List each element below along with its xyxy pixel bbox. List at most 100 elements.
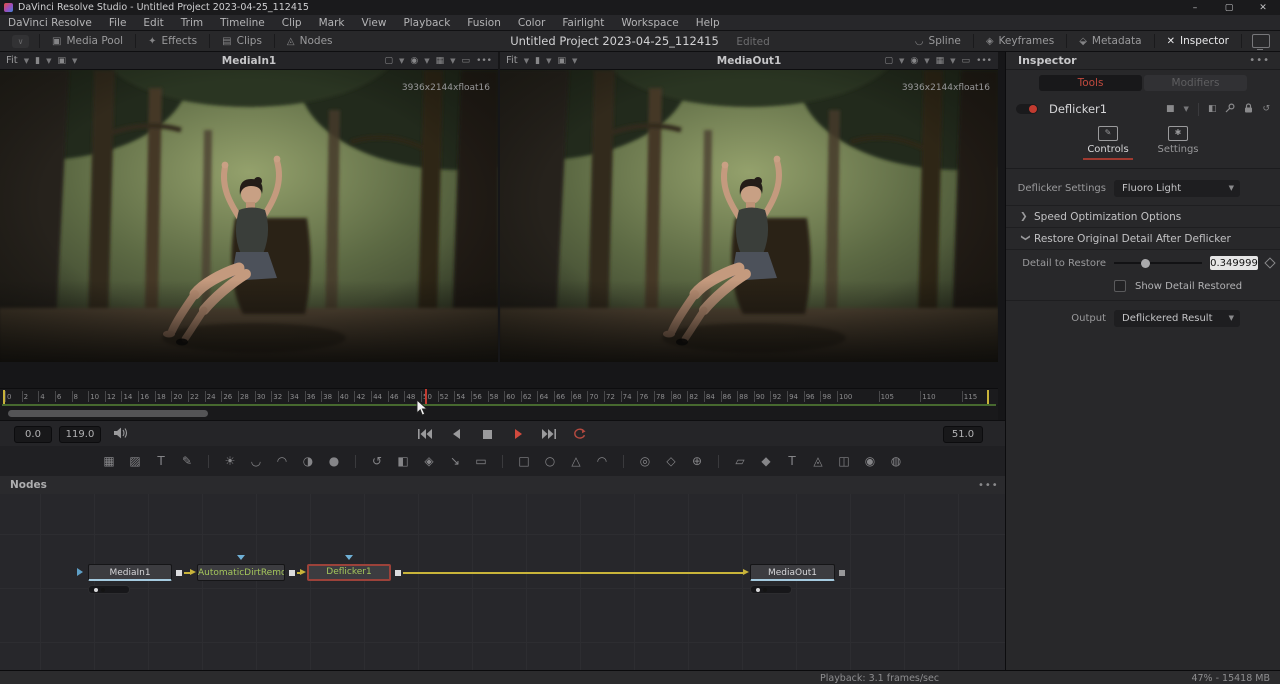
tool-camera-3d-icon[interactable]: ◉	[862, 454, 879, 468]
node-output-square[interactable]	[395, 570, 401, 576]
node-enable-toggle[interactable]	[1016, 104, 1038, 114]
subtab-settings[interactable]: ✱ Settings	[1152, 126, 1204, 155]
tab-tools[interactable]: Tools	[1039, 75, 1142, 91]
stop-button[interactable]	[476, 426, 498, 442]
tool-merge-icon[interactable]: ◧	[395, 454, 412, 468]
zoom-fit-dropdown[interactable]: Fit	[6, 55, 18, 66]
keyframe-diamond-icon[interactable]	[1264, 257, 1275, 268]
toolbar-button-effects[interactable]: ✦Effects	[136, 35, 209, 47]
minimize-button[interactable]: –	[1178, 3, 1212, 13]
range-start-marker[interactable]	[3, 390, 5, 404]
roi-icon[interactable]: ▢	[884, 56, 893, 66]
node-output-square[interactable]	[289, 570, 295, 576]
zoom-fit-dropdown[interactable]: Fit	[506, 55, 518, 66]
menu-davinci-resolve[interactable]: DaVinci Resolve	[8, 17, 92, 29]
tool-text-3d-icon[interactable]: T	[784, 454, 801, 468]
node-automaticdirtremov[interactable]: AutomaticDirtRemov...	[197, 564, 285, 581]
lut-icon[interactable]: ◉	[410, 56, 418, 66]
tool-color-curves-icon[interactable]: ◡	[248, 454, 265, 468]
menu-file[interactable]: File	[109, 17, 127, 29]
pin-icon[interactable]	[1225, 103, 1235, 116]
show-detail-restored-checkbox[interactable]	[1114, 280, 1126, 292]
dual-screen-icon[interactable]	[1252, 34, 1270, 48]
node-status-pill[interactable]	[750, 585, 792, 594]
menu-clip[interactable]: Clip	[282, 17, 302, 29]
tool-camera-tracker-icon[interactable]: ⊕	[689, 454, 706, 468]
node-connection[interactable]	[403, 572, 743, 574]
tool-planar-tracker-icon[interactable]: ◇	[663, 454, 680, 468]
step-back-button[interactable]	[445, 426, 467, 442]
toolbar-button-keyframes[interactable]: ◈Keyframes	[974, 35, 1066, 47]
toolbar-button-metadata[interactable]: ⬙Metadata	[1067, 35, 1153, 47]
ab-buffer-icon[interactable]: ▮	[535, 56, 540, 66]
menu-mark[interactable]: Mark	[319, 17, 345, 29]
output-dropdown[interactable]: Deflickered Result ▼	[1114, 310, 1240, 327]
menu-view[interactable]: View	[362, 17, 387, 29]
viewer-options-icon[interactable]: •••	[476, 56, 492, 66]
viewer-image-media-out[interactable]: 3936x2144xfloat16	[500, 70, 998, 362]
toolbar-button-inspector[interactable]: ✕Inspector	[1155, 35, 1241, 47]
detail-to-restore-value[interactable]: 0.349999	[1210, 256, 1258, 270]
loop-button[interactable]	[569, 426, 591, 442]
tool-polygon-mask-icon[interactable]: △	[568, 454, 585, 468]
toolbar-button-spline[interactable]: ◡Spline	[903, 35, 973, 47]
play-button[interactable]	[507, 426, 529, 442]
subview-icon[interactable]: ▣	[557, 56, 566, 66]
tool-shape-3d-icon[interactable]: ◆	[758, 454, 775, 468]
subview-icon[interactable]: ▣	[57, 56, 66, 66]
tool-image-plane-3d-icon[interactable]: ▱	[732, 454, 749, 468]
node-color-icon[interactable]: ■	[1166, 104, 1175, 114]
menu-fusion[interactable]: Fusion	[467, 17, 501, 29]
tool-hue-curves-icon[interactable]: ◠	[274, 454, 291, 468]
toolbar-button-clips[interactable]: ▤Clips	[210, 35, 274, 47]
tool-rectangle-mask-icon[interactable]: □	[516, 454, 533, 468]
node-mediain1[interactable]: MediaIn1	[88, 564, 172, 581]
detail-to-restore-slider[interactable]	[1114, 262, 1202, 264]
menu-trim[interactable]: Trim	[181, 17, 203, 29]
nodes-options-icon[interactable]: •••	[978, 480, 999, 491]
tool-merge-3d-icon[interactable]: ◬	[810, 454, 827, 468]
tool-fast-noise-icon[interactable]: ▨	[127, 454, 144, 468]
node-status-pill[interactable]	[88, 585, 130, 594]
expand-viewer-icon[interactable]: ▭	[462, 56, 471, 66]
guides-grid-icon[interactable]: ▦	[436, 56, 445, 66]
deflicker-settings-dropdown[interactable]: Fluoro Light ▼	[1114, 180, 1240, 197]
node-deflicker1[interactable]: Deflicker1	[307, 564, 391, 581]
menu-playback[interactable]: Playback	[403, 17, 450, 29]
menu-fairlight[interactable]: Fairlight	[562, 17, 604, 29]
tool-renderer-3d-icon[interactable]: ◍	[888, 454, 905, 468]
timeline-ruler[interactable]: 0246810121416182022242628303234363840424…	[0, 388, 998, 405]
current-frame-field[interactable]: 51.0	[943, 426, 983, 443]
node-mediaout1[interactable]: MediaOut1	[750, 564, 835, 581]
go-to-end-button[interactable]	[538, 426, 560, 442]
toolbar-button-media-pool[interactable]: ▣Media Pool	[40, 35, 135, 47]
menu-color[interactable]: Color	[518, 17, 545, 29]
expand-viewer-icon[interactable]: ▭	[962, 56, 971, 66]
menu-workspace[interactable]: Workspace	[621, 17, 678, 29]
tool-loader-icon[interactable]: ↺	[369, 454, 386, 468]
maximize-button[interactable]: ▢	[1212, 3, 1246, 13]
tab-modifiers[interactable]: Modifiers	[1144, 75, 1247, 91]
tool-ellipse-mask-icon[interactable]: ○	[542, 454, 559, 468]
range-end-marker[interactable]	[987, 390, 989, 404]
menu-help[interactable]: Help	[696, 17, 720, 29]
tool-crop-icon[interactable]: ▭	[473, 454, 490, 468]
menu-timeline[interactable]: Timeline	[220, 17, 265, 29]
viewer-options-icon[interactable]: •••	[976, 56, 992, 66]
lock-icon[interactable]	[1244, 103, 1253, 116]
guides-grid-icon[interactable]: ▦	[936, 56, 945, 66]
section-speed-optimization[interactable]: ❯ Speed Optimization Options	[1006, 205, 1280, 228]
node-output-square[interactable]	[839, 570, 845, 576]
menu-edit[interactable]: Edit	[143, 17, 163, 29]
reset-icon[interactable]: ↺	[1262, 104, 1270, 114]
versions-icon[interactable]: ◧	[1208, 104, 1217, 114]
go-to-start-button[interactable]	[414, 426, 436, 442]
close-button[interactable]: ✕	[1246, 3, 1280, 13]
tool-color-corrector-icon[interactable]: ☀	[222, 454, 239, 468]
tool-transform-icon[interactable]: ◈	[421, 454, 438, 468]
interface-toggle-icon[interactable]: ∨	[12, 35, 29, 48]
tool-text-icon[interactable]: T	[153, 454, 170, 468]
viewer-image-media-in[interactable]: 3936x2144xfloat16	[0, 70, 498, 362]
roi-icon[interactable]: ▢	[384, 56, 393, 66]
tool-bspline-mask-icon[interactable]: ◠	[594, 454, 611, 468]
